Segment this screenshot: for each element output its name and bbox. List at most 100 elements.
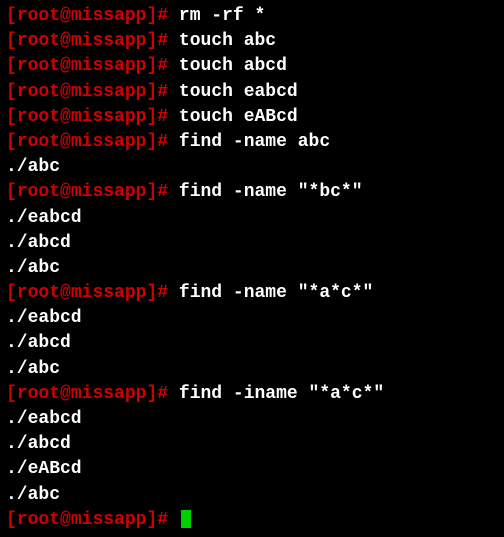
prompt-symbol: # (157, 132, 179, 152)
output-text: ./eabcd (6, 409, 82, 429)
prompt-open: [ (6, 31, 17, 51)
terminal-line: ./abc (6, 357, 498, 382)
prompt-user: root (17, 82, 60, 102)
terminal-line: ./abcd (6, 432, 498, 457)
terminal-line: ./abcd (6, 331, 498, 356)
prompt-host: missapp (71, 283, 147, 303)
terminal-line: [root@missapp]# find -iname "*a*c*" (6, 382, 498, 407)
prompt-close: ] (146, 132, 157, 152)
terminal-line: [root@missapp]# touch eabcd (6, 80, 498, 105)
terminal-line: ./eabcd (6, 407, 498, 432)
terminal-line: ./abc (6, 483, 498, 508)
prompt-open: [ (6, 56, 17, 76)
prompt-symbol: # (157, 31, 179, 51)
command-text: find -name "*a*c*" (179, 283, 373, 303)
prompt-symbol: # (157, 384, 179, 404)
prompt-symbol: # (157, 6, 179, 26)
prompt-at: @ (60, 82, 71, 102)
prompt-user: root (17, 132, 60, 152)
prompt-host: missapp (71, 31, 147, 51)
terminal-line: [root@missapp]# touch eABcd (6, 105, 498, 130)
prompt-open: [ (6, 82, 17, 102)
prompt-host: missapp (71, 6, 147, 26)
output-text: ./eABcd (6, 459, 82, 479)
terminal-line: ./eabcd (6, 306, 498, 331)
prompt-symbol: # (157, 82, 179, 102)
prompt-at: @ (60, 31, 71, 51)
terminal-line: ./abc (6, 155, 498, 180)
output-text: ./abcd (6, 333, 71, 353)
prompt-user: root (17, 182, 60, 202)
prompt-close: ] (146, 384, 157, 404)
terminal-line: [root@missapp]# rm -rf * (6, 4, 498, 29)
output-text: ./eabcd (6, 208, 82, 228)
command-text: touch eABcd (179, 107, 298, 127)
prompt-close: ] (146, 56, 157, 76)
output-text: ./abc (6, 359, 60, 379)
prompt-symbol: # (157, 56, 179, 76)
terminal-line: ./eabcd (6, 206, 498, 231)
prompt-host: missapp (71, 56, 147, 76)
command-text: touch eabcd (179, 82, 298, 102)
prompt-user: root (17, 283, 60, 303)
prompt-symbol: # (157, 283, 179, 303)
command-text: rm -rf * (179, 6, 265, 26)
terminal-line: ./abcd (6, 231, 498, 256)
prompt-host: missapp (71, 132, 147, 152)
command-text: find -name "*bc*" (179, 182, 363, 202)
prompt-symbol: # (157, 182, 179, 202)
command-text: touch abcd (179, 56, 287, 76)
prompt-close: ] (146, 107, 157, 127)
terminal-line: [root@missapp]# touch abc (6, 29, 498, 54)
terminal-line: [root@missapp]# find -name abc (6, 130, 498, 155)
prompt-at: @ (60, 107, 71, 127)
prompt-open: [ (6, 107, 17, 127)
prompt-open: [ (6, 384, 17, 404)
output-text: ./abc (6, 485, 60, 505)
cursor-block[interactable] (181, 510, 191, 528)
output-text: ./eabcd (6, 308, 82, 328)
prompt-at: @ (60, 132, 71, 152)
prompt-close: ] (146, 283, 157, 303)
output-text: ./abc (6, 258, 60, 278)
prompt-host: missapp (71, 384, 147, 404)
prompt-at: @ (60, 182, 71, 202)
prompt-host: missapp (71, 182, 147, 202)
prompt-open: [ (6, 182, 17, 202)
prompt-host: missapp (71, 510, 147, 530)
terminal-line: [root@missapp]# find -name "*bc*" (6, 180, 498, 205)
command-text: touch abc (179, 31, 276, 51)
command-text: find -name abc (179, 132, 330, 152)
prompt-user: root (17, 384, 60, 404)
prompt-open: [ (6, 6, 17, 26)
prompt-host: missapp (71, 107, 147, 127)
prompt-open: [ (6, 510, 17, 530)
prompt-close: ] (146, 6, 157, 26)
prompt-open: [ (6, 283, 17, 303)
terminal-line: [root@missapp]# (6, 508, 498, 533)
command-text: find -iname "*a*c*" (179, 384, 384, 404)
output-text: ./abc (6, 157, 60, 177)
prompt-close: ] (146, 31, 157, 51)
prompt-at: @ (60, 56, 71, 76)
prompt-user: root (17, 510, 60, 530)
prompt-user: root (17, 31, 60, 51)
prompt-symbol: # (157, 107, 179, 127)
prompt-at: @ (60, 384, 71, 404)
terminal-line: [root@missapp]# find -name "*a*c*" (6, 281, 498, 306)
prompt-at: @ (60, 283, 71, 303)
output-text: ./abcd (6, 434, 71, 454)
prompt-close: ] (146, 510, 157, 530)
terminal-line: [root@missapp]# touch abcd (6, 54, 498, 79)
prompt-at: @ (60, 6, 71, 26)
prompt-user: root (17, 6, 60, 26)
prompt-user: root (17, 107, 60, 127)
terminal-output: [root@missapp]# rm -rf *[root@missapp]# … (6, 4, 498, 533)
prompt-host: missapp (71, 82, 147, 102)
prompt-at: @ (60, 510, 71, 530)
prompt-close: ] (146, 182, 157, 202)
prompt-user: root (17, 56, 60, 76)
terminal-line: ./eABcd (6, 457, 498, 482)
prompt-open: [ (6, 132, 17, 152)
output-text: ./abcd (6, 233, 71, 253)
